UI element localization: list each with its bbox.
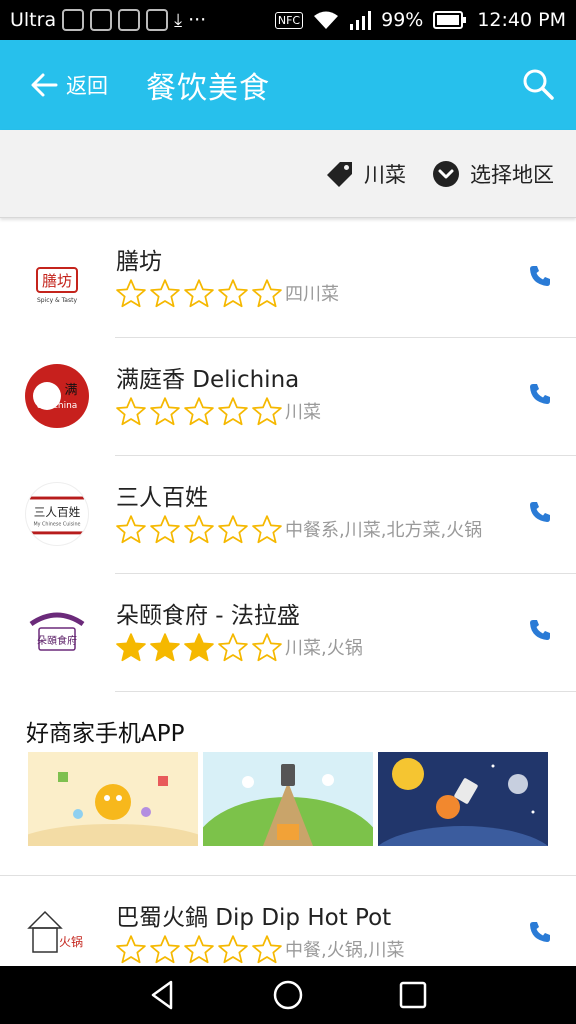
star-filled-icon (184, 633, 214, 662)
battery-percent: 99% (381, 9, 424, 31)
star-filled-icon (116, 633, 146, 662)
tag-icon (327, 161, 352, 187)
cuisine-tags: 中餐系,川菜,北方菜,火锅 (285, 520, 483, 541)
star-filled-icon (150, 633, 180, 662)
home-nav-icon[interactable] (268, 975, 308, 1015)
phone-icon[interactable] (528, 920, 552, 944)
restaurant-name: 朵颐食府 - 法拉盛 (116, 603, 300, 629)
star-empty-icon (184, 515, 214, 544)
restaurant-name: 三人百姓 (116, 485, 208, 511)
rating-stars (114, 934, 284, 964)
star-empty-icon (184, 279, 214, 308)
star-empty-icon (116, 515, 146, 544)
restaurant-logo: 朵頤食府 (25, 600, 89, 664)
app-notification-icon (62, 9, 85, 31)
promo-title: 好商家手机APP (26, 721, 185, 747)
arrow-left-icon (31, 73, 58, 97)
category-filter-label: 川菜 (364, 162, 406, 187)
system-nav-bar (0, 966, 576, 1024)
recents-nav-icon[interactable] (393, 975, 433, 1015)
star-empty-icon (218, 515, 248, 544)
star-empty-icon (116, 397, 146, 426)
list-item[interactable]: 膳坊 Spicy & Tasty 膳坊 四川菜 (0, 220, 576, 338)
more-notifications-icon: ··· (188, 9, 207, 31)
restaurant-name: 巴蜀火鍋 Dip Dip Hot Pot (116, 905, 392, 931)
list-item[interactable]: delichina 满 满庭香 Delichina 川菜 (0, 338, 576, 456)
app-bar: 返回 餐饮美食 (0, 40, 576, 130)
app-notification-icon (118, 9, 141, 31)
chevron-down-circle-icon (433, 160, 459, 187)
star-empty-icon (218, 397, 248, 426)
wifi-icon (314, 11, 339, 29)
back-label: 返回 (66, 74, 108, 98)
signal-icon (350, 11, 372, 30)
list-item[interactable]: 朵頤食府 朵颐食府 - 法拉盛 川菜,火锅 (0, 574, 576, 692)
carrier-label: Ultra (10, 9, 57, 31)
restaurant-logo: 火锅 (25, 902, 89, 966)
restaurant-list: 膳坊 Spicy & Tasty 膳坊 四川菜 delichina 满 满庭香 … (0, 220, 576, 692)
search-icon[interactable] (520, 66, 556, 102)
region-filter[interactable]: 选择地区 (432, 159, 554, 189)
svg-text:火锅: 火锅 (59, 934, 83, 949)
star-empty-icon (252, 515, 282, 544)
promo-section: 好商家手机APP (0, 692, 576, 876)
cuisine-tags: 川菜 (285, 402, 321, 423)
phone-icon[interactable] (528, 264, 552, 288)
phone-icon[interactable] (528, 618, 552, 642)
svg-text:三人百姓: 三人百姓 (34, 505, 81, 519)
star-empty-icon (218, 279, 248, 308)
star-empty-icon (150, 397, 180, 426)
star-empty-icon (252, 935, 282, 964)
star-empty-icon (252, 633, 282, 662)
svg-text:My Chinese Cuisine: My Chinese Cuisine (33, 522, 80, 528)
star-empty-icon (252, 279, 282, 308)
cuisine-tags: 川菜,火锅 (285, 638, 363, 659)
nfc-icon: NFC (274, 11, 304, 29)
svg-text:delichina: delichina (37, 401, 78, 411)
svg-text:Spicy & Tasty: Spicy & Tasty (37, 297, 77, 304)
star-empty-icon (184, 935, 214, 964)
rating-stars (114, 396, 284, 426)
restaurant-logo: 膳坊 Spicy & Tasty (25, 246, 89, 310)
restaurant-name: 膳坊 (116, 249, 162, 275)
promo-image-3[interactable] (378, 752, 548, 846)
phone-icon[interactable] (528, 500, 552, 524)
page-title: 餐饮美食 (146, 71, 270, 106)
download-icon: ⤓ (174, 9, 183, 31)
star-empty-icon (150, 515, 180, 544)
promo-image-2[interactable] (203, 752, 373, 846)
svg-text:满: 满 (64, 383, 77, 398)
star-empty-icon (150, 279, 180, 308)
status-bar: Ultra ⤓ ··· NFC 99% 12:40 PM (0, 0, 576, 40)
rating-stars (114, 514, 284, 544)
app-notification-icon (146, 9, 169, 31)
back-nav-icon[interactable] (143, 975, 183, 1015)
star-empty-icon (116, 279, 146, 308)
phone-icon[interactable] (528, 382, 552, 406)
star-empty-icon (150, 935, 180, 964)
back-button[interactable]: 返回 (30, 70, 108, 100)
clock: 12:40 PM (477, 9, 566, 31)
star-empty-icon (218, 935, 248, 964)
restaurant-logo: delichina 满 (25, 364, 89, 428)
star-empty-icon (116, 935, 146, 964)
cuisine-tags: 四川菜 (285, 284, 339, 305)
star-empty-icon (184, 397, 214, 426)
svg-text:朵頤食府: 朵頤食府 (37, 634, 77, 647)
category-filter[interactable]: 川菜 (326, 159, 406, 189)
promo-image-1[interactable] (28, 752, 198, 846)
list-item[interactable]: 三人百姓 My Chinese Cuisine 三人百姓 中餐系,川菜,北方菜,… (0, 456, 576, 574)
rating-stars (114, 632, 284, 662)
restaurant-name: 满庭香 Delichina (116, 367, 300, 393)
battery-icon (433, 11, 467, 29)
region-filter-label: 选择地区 (470, 162, 554, 187)
star-empty-icon (252, 397, 282, 426)
rating-stars (114, 278, 284, 308)
cuisine-tags: 中餐,火锅,川菜 (285, 940, 405, 961)
star-empty-icon (218, 633, 248, 662)
app-notification-icon (90, 9, 113, 31)
restaurant-logo: 三人百姓 My Chinese Cuisine (25, 482, 89, 546)
filter-bar: 川菜 选择地区 (0, 130, 576, 218)
svg-text:膳坊: 膳坊 (42, 272, 72, 290)
